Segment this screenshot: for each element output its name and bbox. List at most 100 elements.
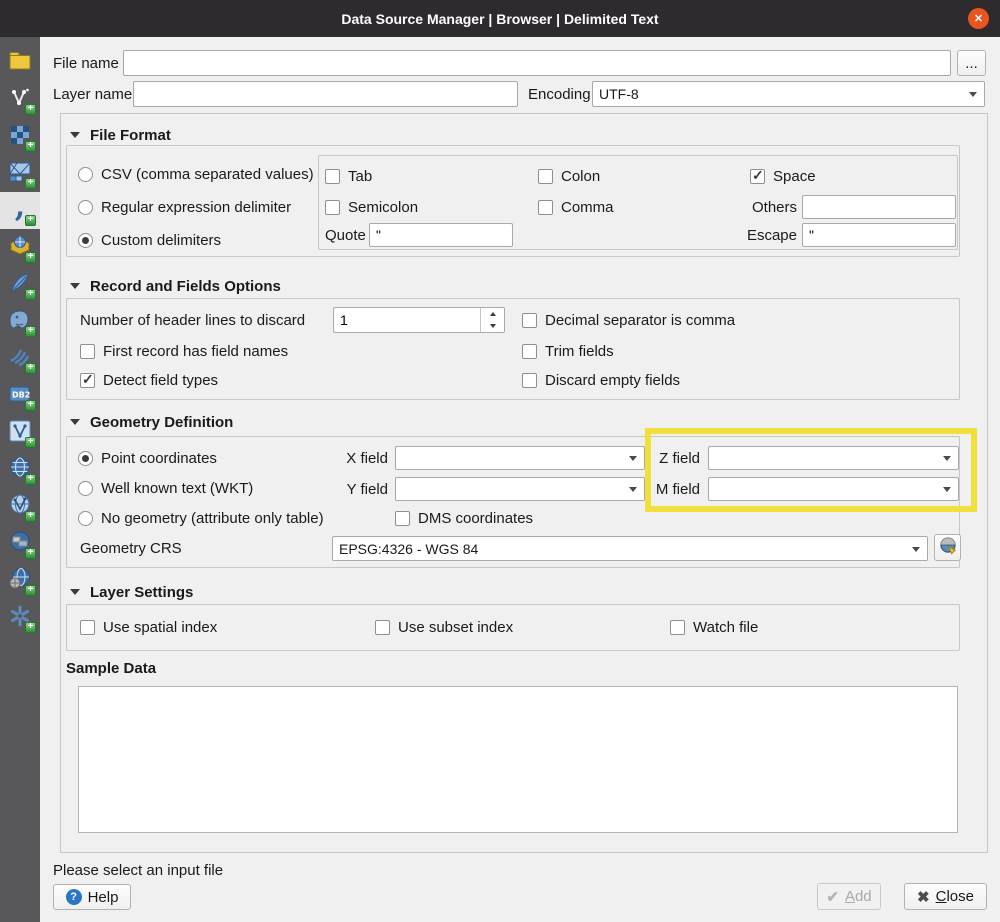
spin-up-button[interactable] bbox=[481, 308, 505, 320]
first-record-row[interactable]: First record has field names bbox=[80, 338, 288, 364]
csv-radio[interactable] bbox=[78, 167, 93, 182]
sidebar-item-browser[interactable] bbox=[0, 44, 40, 81]
record-fields-header[interactable]: Record and Fields Options bbox=[70, 277, 281, 295]
sidebar-item-mssql[interactable]: + bbox=[0, 340, 40, 377]
space-checkbox-row[interactable]: Space bbox=[750, 163, 816, 189]
use-subset-index-row[interactable]: Use subset index bbox=[375, 614, 513, 640]
custom-delimiters-radio-row[interactable]: Custom delimiters bbox=[78, 227, 221, 253]
encoding-value: UTF-8 bbox=[599, 86, 639, 102]
space-checkbox[interactable] bbox=[750, 169, 765, 184]
layer-settings-header[interactable]: Layer Settings bbox=[70, 583, 193, 601]
file-name-input[interactable] bbox=[123, 50, 951, 76]
comma-checkbox-label: Comma bbox=[561, 199, 614, 216]
discard-empty-fields-checkbox[interactable] bbox=[522, 373, 537, 388]
layer-name-input[interactable] bbox=[133, 81, 518, 107]
record-fields-title: Record and Fields Options bbox=[90, 278, 281, 295]
chevron-down-icon bbox=[943, 456, 951, 461]
decimal-separator-checkbox[interactable] bbox=[522, 313, 537, 328]
geometry-crs-label: Geometry CRS bbox=[80, 540, 182, 557]
chevron-down-icon bbox=[912, 547, 920, 552]
plus-badge-icon: + bbox=[25, 215, 36, 226]
decimal-separator-row[interactable]: Decimal separator is comma bbox=[522, 307, 735, 333]
window-close-button[interactable]: ✕ bbox=[968, 8, 989, 29]
semicolon-checkbox-row[interactable]: Semicolon bbox=[325, 194, 418, 220]
sample-data-area[interactable] bbox=[78, 686, 958, 833]
title-bar[interactable]: Data Source Manager | Browser | Delimite… bbox=[0, 0, 1000, 37]
close-button[interactable]: ✖ Close bbox=[904, 883, 987, 910]
colon-checkbox-row[interactable]: Colon bbox=[538, 163, 600, 189]
sidebar-item-wcs[interactable]: + bbox=[0, 525, 40, 562]
sidebar-item-db2[interactable]: DB2 + bbox=[0, 377, 40, 414]
discard-empty-fields-row[interactable]: Discard empty fields bbox=[522, 367, 680, 393]
watch-file-row[interactable]: Watch file bbox=[670, 614, 758, 640]
dms-coordinates-row[interactable]: DMS coordinates bbox=[395, 505, 533, 531]
plus-badge-icon: + bbox=[25, 178, 36, 189]
sidebar-item-raster[interactable]: + bbox=[0, 118, 40, 155]
sidebar-item-vector-tile[interactable]: + bbox=[0, 599, 40, 636]
others-input[interactable] bbox=[802, 195, 956, 219]
comma-checkbox[interactable] bbox=[538, 200, 553, 215]
wkt-radio[interactable] bbox=[78, 481, 93, 496]
collapse-triangle-icon[interactable] bbox=[70, 589, 80, 595]
trim-fields-checkbox[interactable] bbox=[522, 344, 537, 359]
x-field-label: X field bbox=[346, 450, 388, 467]
comma-checkbox-row[interactable]: Comma bbox=[538, 194, 614, 220]
point-coordinates-radio[interactable] bbox=[78, 451, 93, 466]
plus-badge-icon: + bbox=[25, 437, 36, 448]
no-geometry-row[interactable]: No geometry (attribute only table) bbox=[78, 505, 324, 531]
dms-coordinates-checkbox[interactable] bbox=[395, 511, 410, 526]
watch-file-checkbox[interactable] bbox=[670, 620, 685, 635]
use-spatial-index-checkbox[interactable] bbox=[80, 620, 95, 635]
first-record-checkbox[interactable] bbox=[80, 344, 95, 359]
csv-radio-row[interactable]: CSV (comma separated values) bbox=[78, 161, 314, 187]
sidebar-item-delimited-text[interactable]: , + bbox=[0, 192, 40, 229]
m-field-combobox[interactable] bbox=[708, 477, 959, 501]
collapse-triangle-icon[interactable] bbox=[70, 283, 80, 289]
header-lines-spinbox[interactable] bbox=[333, 307, 505, 333]
plus-badge-icon: + bbox=[25, 289, 36, 300]
semicolon-checkbox[interactable] bbox=[325, 200, 340, 215]
y-field-combobox[interactable] bbox=[395, 477, 645, 501]
tab-checkbox-row[interactable]: Tab bbox=[325, 163, 372, 189]
tab-checkbox[interactable] bbox=[325, 169, 340, 184]
detect-field-types-row[interactable]: Detect field types bbox=[80, 367, 218, 393]
sidebar-item-geopackage[interactable]: + bbox=[0, 229, 40, 266]
browse-file-button[interactable]: ... bbox=[957, 50, 986, 76]
use-spatial-index-row[interactable]: Use spatial index bbox=[80, 614, 217, 640]
no-geometry-radio[interactable] bbox=[78, 511, 93, 526]
no-geometry-label: No geometry (attribute only table) bbox=[101, 510, 324, 527]
geometry-definition-header[interactable]: Geometry Definition bbox=[70, 413, 233, 431]
sidebar-item-arcgis[interactable]: + bbox=[0, 562, 40, 599]
sidebar-item-vector[interactable]: + bbox=[0, 81, 40, 118]
x-field-combobox[interactable] bbox=[395, 446, 645, 470]
escape-input[interactable] bbox=[802, 223, 956, 247]
sidebar-item-spatialite[interactable]: + bbox=[0, 266, 40, 303]
colon-checkbox[interactable] bbox=[538, 169, 553, 184]
sidebar-item-mesh[interactable]: + bbox=[0, 155, 40, 192]
geometry-crs-combobox[interactable]: EPSG:4326 - WGS 84 bbox=[332, 536, 928, 561]
header-lines-input[interactable] bbox=[334, 308, 480, 332]
sidebar-item-postgresql[interactable]: + bbox=[0, 303, 40, 340]
help-button[interactable]: ? Help bbox=[53, 884, 131, 910]
use-subset-index-checkbox[interactable] bbox=[375, 620, 390, 635]
point-coordinates-row[interactable]: Point coordinates bbox=[78, 445, 217, 471]
sidebar-item-virtual-layer[interactable]: + bbox=[0, 414, 40, 451]
sidebar-item-wfs[interactable]: + bbox=[0, 488, 40, 525]
encoding-combobox[interactable]: UTF-8 bbox=[592, 81, 985, 107]
collapse-triangle-icon[interactable] bbox=[70, 419, 80, 425]
file-format-header[interactable]: File Format bbox=[70, 126, 171, 144]
sidebar-item-wms[interactable]: + bbox=[0, 451, 40, 488]
custom-delimiters-radio[interactable] bbox=[78, 233, 93, 248]
select-crs-button[interactable] bbox=[934, 534, 961, 561]
regex-delimiter-radio[interactable] bbox=[78, 200, 93, 215]
spin-down-button[interactable] bbox=[481, 320, 505, 332]
plus-badge-icon: + bbox=[25, 548, 36, 559]
z-field-combobox[interactable] bbox=[708, 446, 959, 470]
quote-input[interactable] bbox=[369, 223, 513, 247]
trim-fields-row[interactable]: Trim fields bbox=[522, 338, 614, 364]
collapse-triangle-icon[interactable] bbox=[70, 132, 80, 138]
add-button[interactable]: ✔ Add bbox=[817, 883, 881, 910]
wkt-row[interactable]: Well known text (WKT) bbox=[78, 475, 253, 501]
regex-radio-row[interactable]: Regular expression delimiter bbox=[78, 194, 291, 220]
detect-field-types-checkbox[interactable] bbox=[80, 373, 95, 388]
